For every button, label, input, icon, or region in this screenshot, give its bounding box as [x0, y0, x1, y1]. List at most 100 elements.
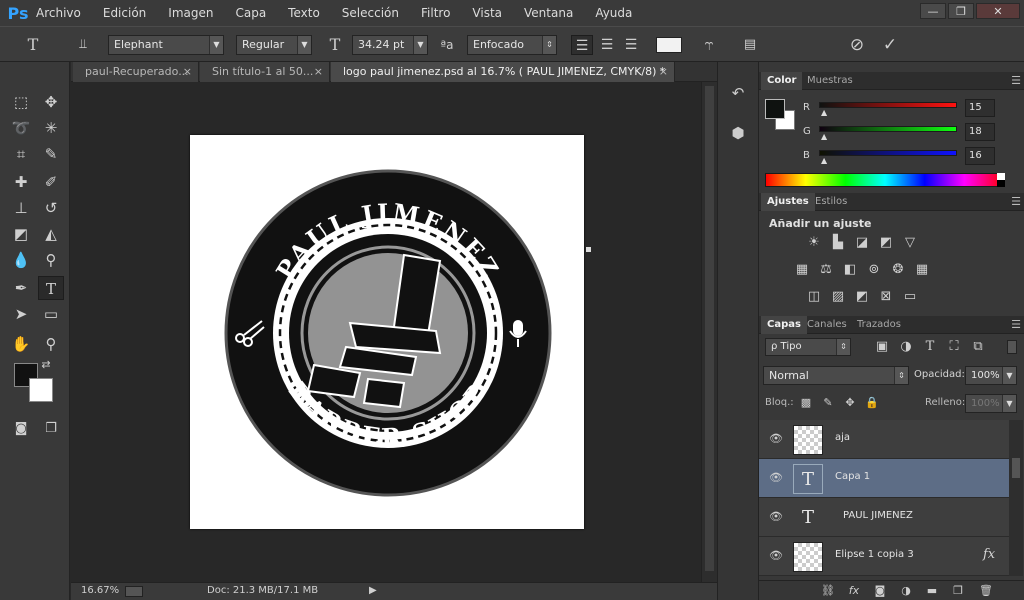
menu-edicion[interactable]: Edición [103, 6, 146, 20]
new-adjustment-icon[interactable]: ◑ [897, 583, 915, 599]
tab-color[interactable]: Color [761, 72, 803, 90]
screen-mode-icon[interactable]: ❐ [38, 417, 64, 441]
black-white-icon[interactable]: ◧ [841, 262, 859, 278]
type-tool-icon[interactable]: T [38, 276, 64, 300]
3d-panel-icon[interactable]: ⬢ [726, 124, 750, 146]
add-mask-icon[interactable]: ◙ [871, 583, 889, 599]
opacity-field[interactable]: 100% ▼ [965, 366, 1017, 385]
blend-mode-select[interactable]: Normal ⇕ [763, 366, 909, 385]
eyedropper-tool-icon[interactable]: ✎ [38, 142, 64, 166]
curves-icon[interactable]: ◪ [853, 235, 871, 251]
channel-g-slider[interactable] [819, 126, 957, 132]
status-menu-arrow-icon[interactable]: ▶ [369, 585, 377, 596]
layer-row[interactable]: 👁 Elipse 1 copia 3 fx [759, 537, 1009, 576]
filter-shape-icon[interactable]: ⛶ [945, 339, 963, 355]
layer-row[interactable]: 👁 T PAUL JIMENEZ [759, 498, 1009, 537]
lock-transparency-icon[interactable]: ▩ [797, 395, 815, 411]
tab-muestras[interactable]: Muestras [801, 72, 859, 90]
close-window-button[interactable]: ✕ [976, 3, 1020, 19]
pen-tool-icon[interactable]: ✒ [8, 276, 34, 300]
tab-trazados[interactable]: Trazados [851, 316, 907, 334]
hand-tool-icon[interactable]: ✋ [8, 332, 34, 356]
menu-ventana[interactable]: Ventana [524, 6, 573, 20]
history-panel-icon[interactable]: ↶ [726, 84, 750, 106]
transform-handle[interactable] [586, 247, 591, 252]
tab-canales[interactable]: Canales [801, 316, 853, 334]
history-brush-tool-icon[interactable]: ↺ [38, 196, 64, 220]
crop-tool-icon[interactable]: ⌗ [8, 142, 34, 166]
dodge-tool-icon[interactable]: ⚲ [38, 248, 64, 272]
filter-smart-object-icon[interactable]: ⧉ [969, 339, 987, 355]
vertical-scrollbar[interactable] [701, 82, 717, 582]
gradient-map-icon[interactable]: ▭ [901, 289, 919, 305]
menu-capa[interactable]: Capa [235, 6, 266, 20]
zoom-tool-icon[interactable]: ⚲ [38, 332, 64, 356]
exposure-icon[interactable]: ◩ [877, 235, 895, 251]
slider-handle[interactable]: ▲ [821, 132, 827, 141]
close-icon[interactable]: × [659, 62, 668, 82]
color-balance-icon[interactable]: ⚖ [817, 262, 835, 278]
scroll-thumb[interactable] [705, 86, 714, 571]
close-icon[interactable]: × [183, 62, 192, 82]
fill-field[interactable]: 100% ▼ [965, 394, 1017, 413]
commit-icon[interactable]: ✓ [879, 35, 901, 55]
new-group-icon[interactable]: ▬ [923, 583, 941, 599]
zoom-level[interactable]: 16.67% [81, 585, 119, 596]
spectrum-white[interactable] [997, 173, 1005, 180]
levels-icon[interactable]: ▙ [829, 235, 847, 251]
stamp-tool-icon[interactable]: ⊥ [8, 196, 34, 220]
filter-image-icon[interactable]: ▣ [873, 339, 891, 355]
posterize-icon[interactable]: ▨ [829, 289, 847, 305]
character-panel-icon[interactable]: ▤ [739, 35, 761, 55]
font-family-select[interactable]: Elephant ▼ [108, 35, 224, 55]
photo-filter-icon[interactable]: ⊚ [865, 262, 883, 278]
filter-type-icon[interactable]: T [921, 339, 939, 355]
rectangle-tool-icon[interactable]: ▭ [38, 302, 64, 326]
invert-icon[interactable]: ◫ [805, 289, 823, 305]
menu-filtro[interactable]: Filtro [421, 6, 450, 20]
menu-vista[interactable]: Vista [472, 6, 502, 20]
layer-row[interactable]: 👁 T Capa 1 [759, 459, 1009, 498]
menu-imagen[interactable]: Imagen [168, 6, 213, 20]
hue-saturation-icon[interactable]: ▦ [793, 262, 811, 278]
eraser-tool-icon[interactable]: ◩ [8, 222, 34, 246]
menu-seleccion[interactable]: Selección [342, 6, 399, 20]
channel-g-value[interactable]: 18 [965, 123, 995, 141]
tab-paul-recuperado[interactable]: paul-Recuperado... × [73, 62, 199, 82]
document-canvas[interactable]: PAUL JIMENEZ BARBER SHOP [190, 135, 584, 529]
color-spectrum-bar[interactable] [765, 173, 1005, 187]
tab-sin-titulo[interactable]: Sin título-1 al 50... × [200, 62, 330, 82]
swap-colors-icon[interactable]: ⇄ [38, 358, 54, 372]
slider-handle[interactable]: ▲ [821, 156, 827, 165]
lock-all-icon[interactable]: 🔒 [863, 395, 881, 411]
layer-effects-icon[interactable]: fx [983, 547, 995, 562]
minimize-button[interactable]: — [920, 3, 946, 19]
path-selection-tool-icon[interactable]: ➤ [8, 302, 34, 326]
align-right-icon[interactable]: ☰ [620, 35, 642, 55]
magic-wand-tool-icon[interactable]: ✳ [38, 116, 64, 140]
threshold-icon[interactable]: ◩ [853, 289, 871, 305]
orientation-toggle-icon[interactable]: ⫫ [72, 35, 94, 55]
close-icon[interactable]: × [314, 62, 323, 82]
tab-estilos[interactable]: Estilos [809, 193, 853, 211]
channel-mixer-icon[interactable]: ❂ [889, 262, 907, 278]
healing-brush-tool-icon[interactable]: ✚ [8, 170, 34, 194]
font-size-field[interactable]: 34.24 pt ▼ [352, 35, 428, 55]
link-layers-icon[interactable]: ⛓ [819, 583, 837, 599]
font-style-select[interactable]: Regular ▼ [236, 35, 312, 55]
panel-menu-icon[interactable]: ☰ [1011, 193, 1021, 211]
eye-icon[interactable]: 👁 [769, 549, 783, 563]
eye-icon[interactable]: 👁 [769, 510, 783, 524]
eye-icon[interactable]: 👁 [769, 432, 783, 446]
brush-tool-icon[interactable]: ✐ [38, 170, 64, 194]
marquee-tool-icon[interactable]: ⬚ [8, 90, 34, 114]
color-lookup-icon[interactable]: ▦ [913, 262, 931, 278]
scroll-thumb[interactable] [1012, 458, 1020, 478]
add-style-icon[interactable]: fx [845, 583, 863, 599]
tab-ajustes[interactable]: Ajustes [761, 193, 815, 211]
layer-row[interactable]: 👁 aja [759, 420, 1009, 459]
layer-filter-select[interactable]: ρ Tipo ⇕ [765, 338, 851, 356]
foreground-swatch[interactable] [765, 99, 785, 119]
channel-b-slider[interactable] [819, 150, 957, 156]
panel-menu-icon[interactable]: ☰ [1011, 316, 1021, 334]
